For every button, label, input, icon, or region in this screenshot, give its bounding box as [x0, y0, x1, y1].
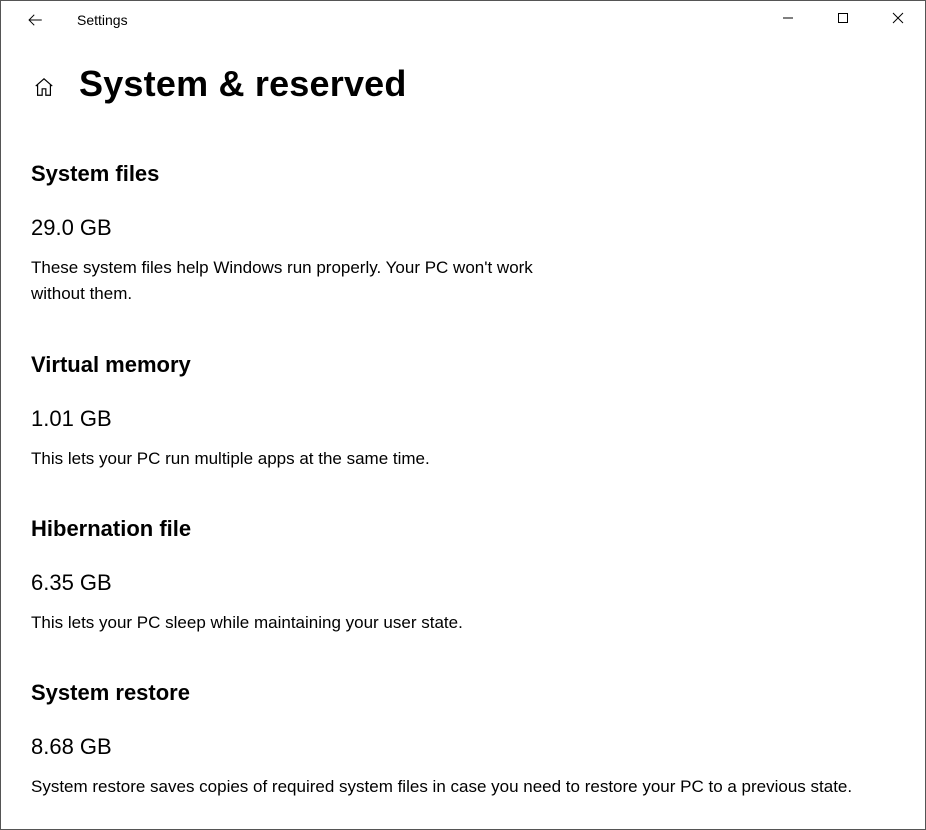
section-size: 8.68 GB: [31, 734, 895, 760]
close-button[interactable]: [870, 1, 925, 35]
section-size: 1.01 GB: [31, 406, 895, 432]
section-system-files: System files 29.0 GB These system files …: [31, 161, 895, 308]
section-description: This lets your PC sleep while maintainin…: [31, 610, 891, 636]
section-title: Hibernation file: [31, 516, 895, 542]
maximize-button[interactable]: [815, 1, 870, 35]
back-button[interactable]: [23, 8, 47, 32]
section-title: Virtual memory: [31, 352, 895, 378]
close-icon: [892, 12, 904, 24]
section-hibernation-file: Hibernation file 6.35 GB This lets your …: [31, 516, 895, 636]
window-controls: [760, 1, 925, 39]
minimize-icon: [782, 12, 794, 24]
content-area: System & reserved System files 29.0 GB T…: [1, 39, 925, 801]
home-button[interactable]: [31, 74, 57, 100]
section-description: These system files help Windows run prop…: [31, 255, 591, 308]
page-title: System & reserved: [79, 63, 407, 105]
section-size: 29.0 GB: [31, 215, 895, 241]
section-description: System restore saves copies of required …: [31, 774, 891, 800]
maximize-icon: [837, 12, 849, 24]
section-title: System files: [31, 161, 895, 187]
titlebar-left: Settings: [23, 8, 128, 32]
section-size: 6.35 GB: [31, 570, 895, 596]
window-title: Settings: [77, 12, 128, 28]
minimize-button[interactable]: [760, 1, 815, 35]
section-virtual-memory: Virtual memory 1.01 GB This lets your PC…: [31, 352, 895, 472]
section-title: System restore: [31, 680, 895, 706]
home-icon: [33, 76, 55, 98]
section-system-restore: System restore 8.68 GB System restore sa…: [31, 680, 895, 800]
page-header: System & reserved: [31, 63, 895, 105]
titlebar: Settings: [1, 1, 925, 39]
arrow-left-icon: [26, 11, 44, 29]
section-description: This lets your PC run multiple apps at t…: [31, 446, 891, 472]
